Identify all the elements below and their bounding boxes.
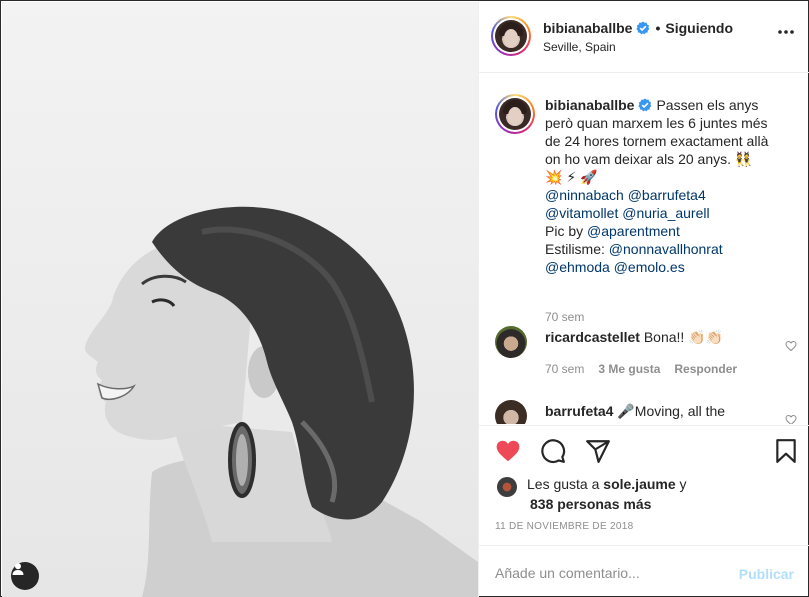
post-photo[interactable] <box>2 2 478 597</box>
comment-icon[interactable] <box>540 438 566 464</box>
post-date[interactable]: 11 DE NOVIEMBRE DE 2018 <box>495 521 633 532</box>
caption-text-block: bibianaballbe Passen els anys però quan m… <box>545 96 770 276</box>
bookmark-icon[interactable] <box>773 438 799 464</box>
pic-by-mention[interactable]: @aparentment <box>587 223 680 239</box>
post-side-panel: bibianaballbe • Siguiendo Seville, Spain <box>478 2 809 597</box>
liker-username[interactable]: sole.jaume <box>603 476 675 492</box>
following-button[interactable]: Siguiendo <box>665 20 733 36</box>
comment-avatar[interactable] <box>495 400 527 424</box>
likes-prefix: Les gusta a <box>527 476 604 492</box>
author-username[interactable]: bibianaballbe <box>543 20 632 36</box>
comment-text: Bona!! 👏🏻👏🏻 <box>643 329 724 345</box>
more-horizontal-icon[interactable] <box>776 22 796 42</box>
comment-text: 🎤Moving, all the <box>617 403 726 419</box>
comment-input[interactable] <box>495 558 725 588</box>
verified-badge-icon <box>638 98 652 112</box>
user-tag-button[interactable] <box>11 562 39 590</box>
comment-username[interactable]: barrufeta4 <box>545 403 613 419</box>
comment-meta: 70 sem 3 Me gusta Responder <box>545 362 737 376</box>
publish-button[interactable]: Publicar <box>739 566 794 582</box>
add-comment-bar: Publicar <box>479 545 809 597</box>
caption-avatar[interactable] <box>495 94 535 134</box>
post-header: bibianaballbe • Siguiendo Seville, Spain <box>479 2 809 73</box>
verified-badge-icon <box>636 21 650 35</box>
caption-mentions-3[interactable]: @ehmoda @emolo.es <box>545 259 685 275</box>
caption-mentions-2[interactable]: @vitamollet @nuria_aurell <box>545 205 710 221</box>
author-avatar[interactable] <box>491 16 531 56</box>
liker-avatar[interactable] <box>497 477 517 497</box>
separator-dot: • <box>655 20 661 36</box>
reply-button[interactable]: Responder <box>674 362 737 376</box>
caption-username[interactable]: bibianaballbe <box>545 97 634 113</box>
likes-suffix: y <box>675 476 687 492</box>
author-line: bibianaballbe • Siguiendo <box>543 20 733 36</box>
caption-age[interactable]: 70 sem <box>545 310 584 324</box>
comment-like-icon[interactable] <box>785 414 797 424</box>
comment-age[interactable]: 70 sem <box>545 362 584 376</box>
post-modal: bibianaballbe • Siguiendo Seville, Spain <box>0 0 809 597</box>
styling-mention[interactable]: @nonnavallhonrat <box>609 241 723 257</box>
pic-by-label: Pic by <box>545 223 588 239</box>
post-location[interactable]: Seville, Spain <box>543 40 616 54</box>
user-tag-icon <box>12 563 24 575</box>
likes-others[interactable]: 838 personas más <box>530 494 651 514</box>
comment-like-icon[interactable] <box>785 340 797 352</box>
comment-likes[interactable]: 3 Me gusta <box>598 362 660 376</box>
action-bar <box>479 425 809 477</box>
comment-username[interactable]: ricardcastellet <box>545 329 640 345</box>
comment-avatar[interactable] <box>495 326 527 358</box>
comment-text-block: barrufeta4 🎤Moving, all the <box>545 402 785 420</box>
heart-filled-icon[interactable] <box>495 438 521 464</box>
caption: bibianaballbe Passen els anys però quan m… <box>495 94 795 324</box>
styling-label: Estilisme: <box>545 241 609 257</box>
comment-text-block: ricardcastellet Bona!! 👏🏻👏🏻 <box>545 328 785 346</box>
comment-item: ricardcastellet Bona!! 👏🏻👏🏻 70 sem 3 Me g… <box>495 326 797 386</box>
caption-mentions-1[interactable]: @ninnabach @barrufeta4 <box>545 187 706 203</box>
share-icon[interactable] <box>585 438 611 464</box>
portrait-image <box>84 206 478 597</box>
comment-item: barrufeta4 🎤Moving, all the <box>495 400 797 424</box>
likes-line-1: Les gusta a sole.jaume y <box>527 474 687 494</box>
comments-list[interactable]: bibianaballbe Passen els anys però quan m… <box>479 74 809 424</box>
